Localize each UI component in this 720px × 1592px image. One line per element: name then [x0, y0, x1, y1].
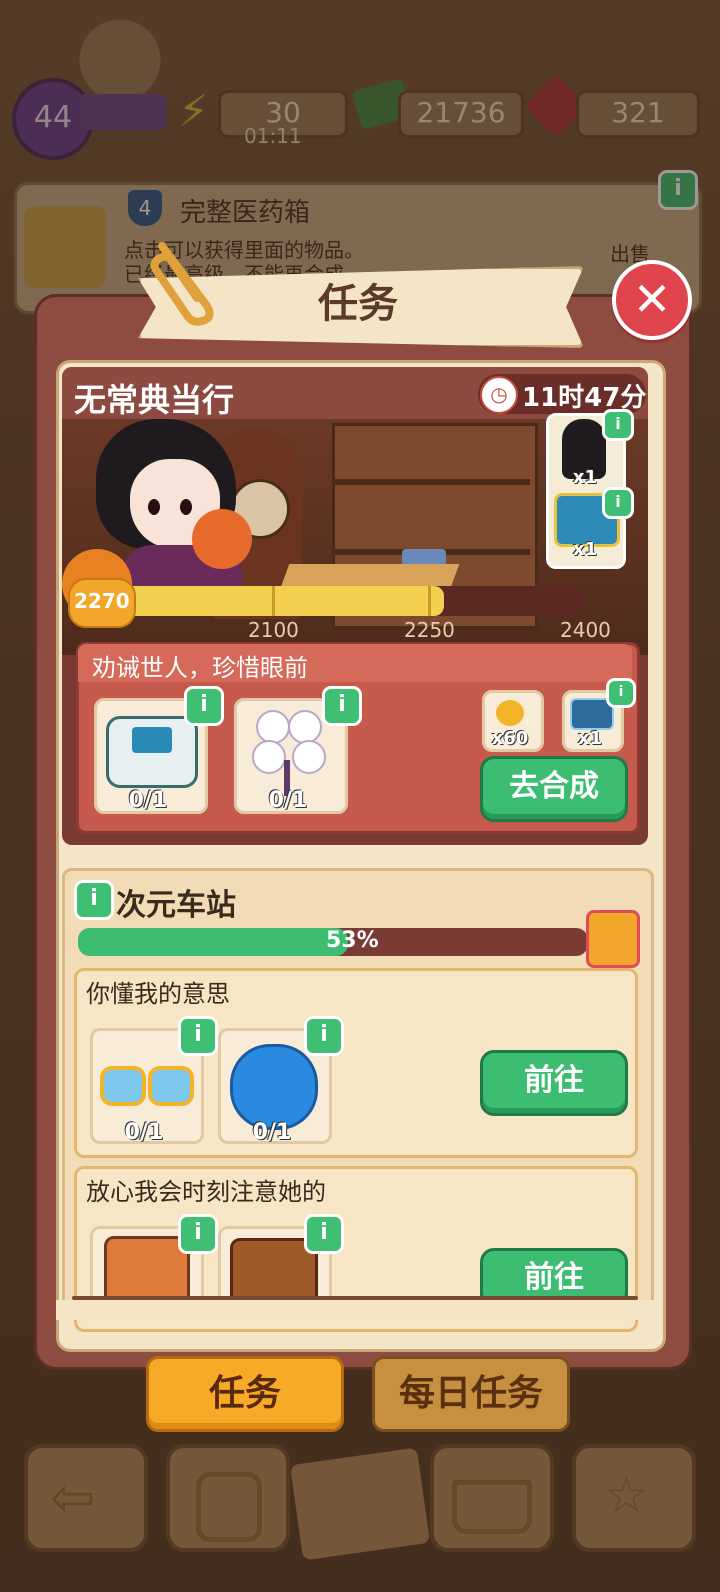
side-reward-count: x1 [572, 539, 598, 560]
item-info-icon[interactable]: i [184, 686, 224, 726]
progress-divider [272, 586, 275, 616]
backpack-icon [196, 1472, 262, 1542]
clipboard-star-icon: ☆ [604, 1466, 649, 1524]
station-percent: 53% [326, 928, 379, 953]
reward-count: x60 [491, 728, 529, 749]
progress-divider [428, 586, 431, 616]
item-progress: 0/1 [128, 788, 168, 813]
station-progress-fill [78, 928, 348, 956]
white-flower-bouquet-icon [248, 704, 328, 800]
blood-pressure-monitor-icon [106, 716, 198, 788]
go-merge-button[interactable]: 去合成 [480, 756, 628, 822]
sunglasses-icon [100, 1060, 194, 1106]
reward-count: x1 [577, 728, 603, 749]
station-info-icon[interactable]: i [74, 880, 114, 920]
tab-daily-tasks[interactable]: 每日任务 [372, 1356, 570, 1432]
character-eye [180, 499, 192, 515]
face-mask-icon [230, 1044, 318, 1130]
clock-icon: ◷ [480, 376, 518, 414]
progress-tick: 2100 [248, 618, 299, 642]
station-task-title: 你懂我的意思 [86, 980, 230, 1008]
character-eye [148, 499, 160, 515]
tab-tasks-label: 任务 [208, 1373, 281, 1414]
shop-name: 无常典当行 [74, 381, 235, 419]
item-progress: 0/1 [268, 788, 308, 813]
go-button-label: 前往 [524, 1260, 584, 1295]
progress-tick: 2400 [560, 618, 611, 642]
close-button[interactable]: ✕ [612, 260, 692, 340]
progress-tick: 2250 [404, 618, 455, 642]
item-progress: 0/1 [124, 1120, 164, 1145]
go-button[interactable]: 前往 [480, 1050, 628, 1116]
reward-info-icon[interactable]: i [602, 487, 634, 519]
progress-current: 2270 [74, 589, 130, 613]
shelf-divider [334, 479, 530, 485]
reward-info-icon[interactable]: i [602, 409, 634, 441]
item-info-icon[interactable]: i [304, 1214, 344, 1254]
basket-icon [452, 1480, 532, 1534]
item-progress: 0/1 [252, 1120, 292, 1145]
item-info-icon[interactable]: i [178, 1214, 218, 1254]
paperclip-icon [150, 242, 214, 326]
coin-bag-icon [496, 700, 524, 726]
station-name: 次元车站 [116, 888, 236, 923]
fox-icon [192, 509, 252, 569]
scrollbar[interactable] [72, 1296, 638, 1300]
item-info-icon[interactable]: i [304, 1016, 344, 1056]
scroll-map-decoration [289, 1447, 431, 1561]
item-info-icon[interactable]: i [322, 686, 362, 726]
tab-tasks[interactable]: 任务 [146, 1356, 344, 1432]
station-task-title: 放心我会时刻注意她的 [86, 1178, 326, 1206]
tab-daily-tasks-label: 每日任务 [398, 1373, 543, 1414]
gift-box-icon[interactable] [586, 910, 640, 968]
reward-info-icon[interactable]: i [606, 678, 636, 708]
subtask-title: 劝诫世人，珍惜眼前 [92, 654, 308, 682]
item-info-icon[interactable]: i [178, 1016, 218, 1056]
go-merge-label: 去合成 [509, 769, 599, 804]
back-arrow-icon: ⇦ [50, 1466, 96, 1529]
scroll-mask [56, 1300, 660, 1320]
side-reward-count: x1 [572, 467, 598, 488]
go-button-label: 前往 [524, 1063, 584, 1098]
